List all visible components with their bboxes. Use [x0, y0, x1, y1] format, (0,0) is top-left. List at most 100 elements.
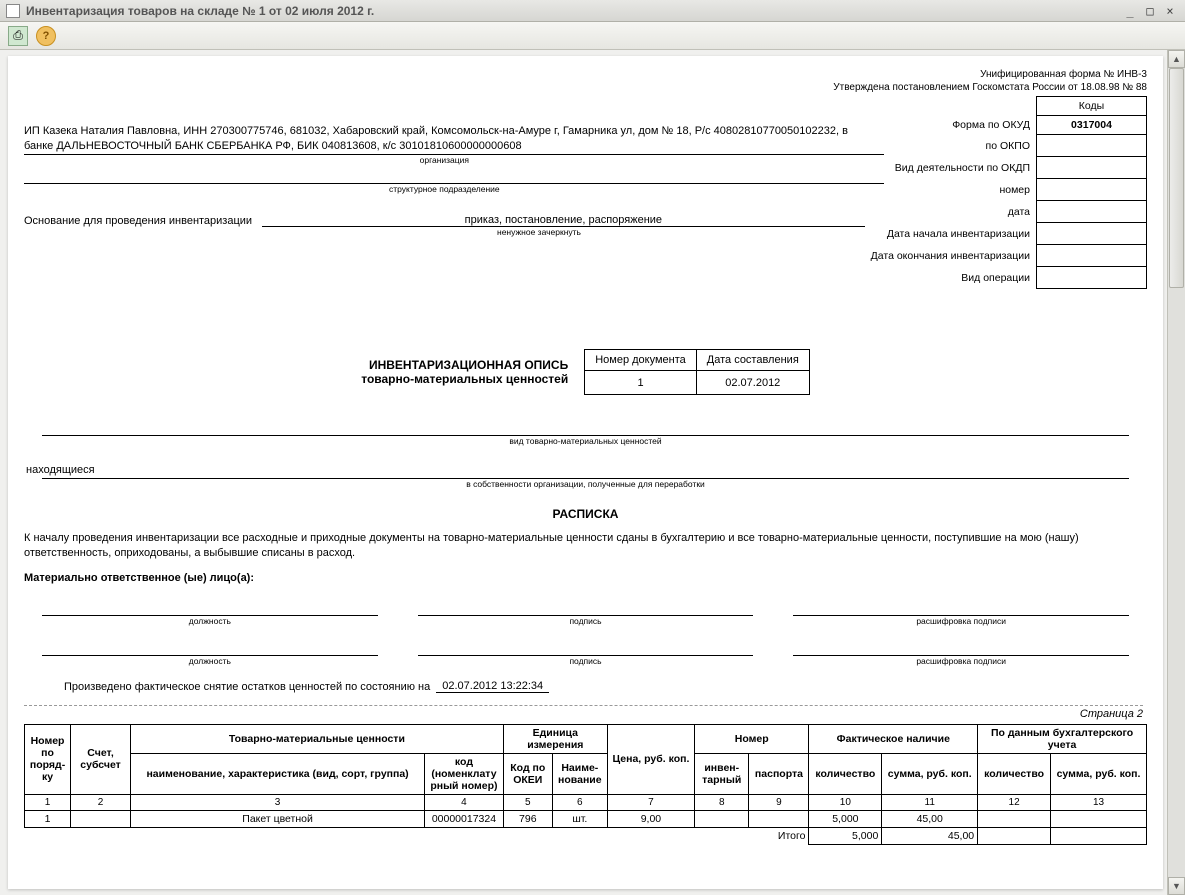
total-sum: 45,00: [882, 827, 978, 844]
doc-title-1: ИНВЕНТАРИЗАЦИОННАЯ ОПИСЬ: [361, 358, 568, 372]
col-name: наименование, характеристика (вид, сорт,…: [131, 753, 425, 794]
print-icon[interactable]: ⎙: [8, 26, 28, 46]
oper-value: [1037, 267, 1147, 289]
cell-pass: [749, 810, 809, 827]
colnum-10: 10: [809, 794, 882, 810]
colnum-11: 11: [882, 794, 978, 810]
col-passport: паспорта: [749, 753, 809, 794]
okud-value: 0317004: [1037, 116, 1147, 135]
subdiv-caption: структурное подразделение: [24, 184, 884, 195]
okdp-value: [1037, 157, 1147, 179]
cell-name: Пакет цветной: [131, 810, 425, 827]
scroll-track[interactable]: [1168, 68, 1185, 877]
approved-line: Утверждена постановлением Госкомстата Ро…: [24, 81, 1147, 94]
cell-okei: 796: [503, 810, 552, 827]
colnum-5: 5: [503, 794, 552, 810]
sign-caption-2: подпись: [418, 656, 754, 666]
doc-title-2: товарно-материальных ценностей: [361, 372, 568, 386]
colnum-9: 9: [749, 794, 809, 810]
col-number: Номер: [695, 724, 809, 753]
vertical-scrollbar[interactable]: ▲ ▼: [1167, 50, 1185, 895]
start-value: [1037, 223, 1147, 245]
window-title: Инвентаризация товаров на складе № 1 от …: [26, 4, 1121, 18]
oper-label: Вид операции: [865, 267, 1037, 289]
help-icon[interactable]: ?: [36, 26, 56, 46]
col-num: Номер по поряд-ку: [25, 724, 71, 794]
table-row: 1 Пакет цветной 00000017324 796 шт. 9,00…: [25, 810, 1147, 827]
col-code: код (номенклату рный номер): [425, 753, 504, 794]
okpo-value: [1037, 135, 1147, 157]
basis-caption: ненужное зачеркнуть: [284, 227, 794, 237]
col-book: По данным бухгалтерского учета: [978, 724, 1147, 753]
col-fsum: сумма, руб. коп.: [882, 753, 978, 794]
signature-line-2: [418, 642, 754, 656]
page-area: Унифицированная форма № ИНВ-3 Утверждена…: [0, 50, 1167, 895]
col-okei: Код по ОКЕИ: [503, 753, 552, 794]
col-price: Цена, руб. коп.: [607, 724, 694, 794]
col-fact: Фактическое наличие: [809, 724, 978, 753]
scroll-up-icon[interactable]: ▲: [1168, 50, 1185, 68]
total-row: Итого 5,000 45,00: [25, 827, 1147, 844]
cell-inv: [695, 810, 749, 827]
date-value: [1037, 201, 1147, 223]
doc-title-block: ИНВЕНТАРИЗАЦИОННАЯ ОПИСЬ товарно-материа…: [24, 349, 1147, 395]
decrypt-line-2: [793, 642, 1129, 656]
decrypt-line-1: [793, 602, 1129, 616]
basis-value: приказ, постановление, распоряжение: [262, 214, 865, 227]
col-inv: инвен-тарный: [695, 753, 749, 794]
toolbar: ⎙ ?: [0, 22, 1185, 50]
total-bqty: [978, 827, 1051, 844]
sign-row-2: должность подпись расшифровка подписи: [42, 642, 1129, 666]
colnum-4: 4: [425, 794, 504, 810]
colnum-1: 1: [25, 794, 71, 810]
total-label: Итого: [25, 827, 809, 844]
colnum-3: 3: [131, 794, 425, 810]
basis-row: Основание для проведения инвентаризации …: [24, 214, 865, 227]
cell-bqty: [978, 810, 1051, 827]
colnum-13: 13: [1051, 794, 1147, 810]
colnum-6: 6: [552, 794, 607, 810]
cell-unit: шт.: [552, 810, 607, 827]
cell-code: 00000017324: [425, 810, 504, 827]
basis-label: Основание для проведения инвентаризации: [24, 215, 262, 227]
date-label: дата: [865, 201, 1037, 223]
close-button[interactable]: ×: [1161, 3, 1179, 19]
end-label: Дата окончания инвентаризации: [865, 245, 1037, 267]
state-row: Произведено фактическое снятие остатков …: [64, 680, 1147, 693]
position-line-1: [42, 602, 378, 616]
signature-line-1: [418, 602, 754, 616]
located-label: находящиеся: [26, 464, 1147, 476]
decr-caption-2: расшифровка подписи: [793, 656, 1129, 666]
minimize-button[interactable]: _: [1121, 3, 1139, 19]
scroll-down-icon[interactable]: ▼: [1168, 877, 1185, 895]
col-bqty: количество: [978, 753, 1051, 794]
app-icon: [6, 4, 20, 18]
cell-fqty: 5,000: [809, 810, 882, 827]
col-fqty: количество: [809, 753, 882, 794]
end-value: [1037, 245, 1147, 267]
form-line: Унифицированная форма № ИНВ-3: [24, 68, 1147, 81]
okud-label: Форма по ОКУД: [865, 116, 1037, 135]
scroll-thumb[interactable]: [1169, 68, 1184, 288]
pos-caption-2: должность: [42, 656, 378, 666]
org-caption: организация: [24, 155, 884, 166]
decr-caption-1: расшифровка подписи: [793, 616, 1129, 626]
raspiska-title: РАСПИСКА: [24, 507, 1147, 521]
items-table: Номер по поряд-ку Счет, субсчет Товарно-…: [24, 724, 1147, 845]
cell-acc: [71, 810, 131, 827]
pos-caption-1: должность: [42, 616, 378, 626]
okpo-label: по ОКПО: [865, 135, 1037, 157]
colnum-7: 7: [607, 794, 694, 810]
colnum-12: 12: [978, 794, 1051, 810]
document-page: Унифицированная форма № ИНВ-3 Утверждена…: [8, 56, 1163, 889]
form-header: Унифицированная форма № ИНВ-3 Утверждена…: [24, 68, 1147, 94]
start-label: Дата начала инвентаризации: [865, 223, 1037, 245]
docnum-value: 1: [585, 371, 697, 395]
responsible-label: Материально ответственное (ые) лицо(а):: [24, 571, 1147, 586]
number-value: [1037, 179, 1147, 201]
maximize-button[interactable]: □: [1141, 3, 1159, 19]
total-bsum: [1051, 827, 1147, 844]
cell-fsum: 45,00: [882, 810, 978, 827]
ownership-caption: в собственности организации, полученные …: [24, 479, 1147, 489]
page-number: Страница 2: [24, 705, 1143, 720]
